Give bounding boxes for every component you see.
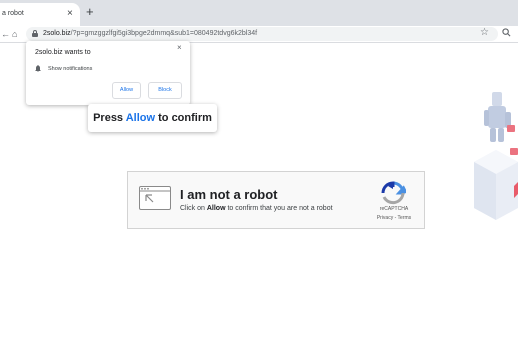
- url-text[interactable]: 2solo.biz/?p=gmzggzlfgi5gi3bpge2dmmq&sub…: [43, 29, 257, 39]
- back-icon[interactable]: ←: [1, 27, 10, 41]
- bookmark-star-icon[interactable]: ☆: [480, 26, 489, 40]
- browser-window-icon: [139, 186, 171, 210]
- new-tab-icon[interactable]: +: [86, 5, 94, 19]
- notification-permission-prompt: 2solo.biz wants to × Show notifications …: [26, 41, 190, 105]
- captcha-subtitle-suffix: to confirm that you are not a robot: [227, 205, 333, 212]
- home-icon[interactable]: ⌂: [12, 27, 17, 41]
- robot-illustration: [470, 82, 518, 222]
- banner-text: Press Allow to confirm: [93, 112, 212, 124]
- tab-strip: a robot × +: [0, 0, 518, 26]
- tab-title: a robot: [2, 10, 24, 17]
- banner-prefix: Press: [93, 112, 124, 124]
- banner-allow-word: Allow: [125, 112, 156, 124]
- active-tab[interactable]: a robot ×: [0, 3, 80, 26]
- captcha-subtitle-prefix: Click on: [180, 205, 205, 212]
- address-bar[interactable]: 2solo.biz/?p=gmzggzlfgi5gi3bpge2dmmq&sub…: [26, 27, 498, 41]
- bell-icon: [35, 65, 41, 75]
- url-path: /?p=gmzggzlfgi5gi3bpge2dmmq&sub1=080492t…: [70, 30, 258, 37]
- prompt-title: 2solo.biz wants to: [35, 49, 91, 56]
- prompt-close-icon[interactable]: ×: [177, 43, 182, 53]
- url-host: 2solo.biz: [43, 30, 71, 37]
- recaptcha-label: reCAPTCHA: [379, 206, 409, 212]
- recaptcha-links[interactable]: Privacy - Terms: [368, 215, 420, 222]
- permission-text: Show notifications: [48, 66, 93, 72]
- banner-suffix: to confirm: [158, 112, 212, 124]
- tab-close-icon[interactable]: ×: [67, 7, 73, 21]
- captcha-subtitle: Click on Allow to confirm that you are n…: [180, 205, 333, 212]
- fake-captcha-box[interactable]: I am not a robot Click on Allow to confi…: [127, 171, 425, 229]
- block-button[interactable]: Block: [148, 82, 182, 99]
- recaptcha-logo-icon: [380, 181, 408, 205]
- zoom-icon[interactable]: [502, 27, 511, 41]
- captcha-title: I am not a robot: [180, 187, 278, 202]
- lock-icon[interactable]: [32, 30, 38, 37]
- captcha-allow-word: Allow: [206, 205, 226, 212]
- press-allow-banner: Press Allow to confirm: [88, 104, 217, 132]
- allow-button[interactable]: Allow: [112, 82, 141, 99]
